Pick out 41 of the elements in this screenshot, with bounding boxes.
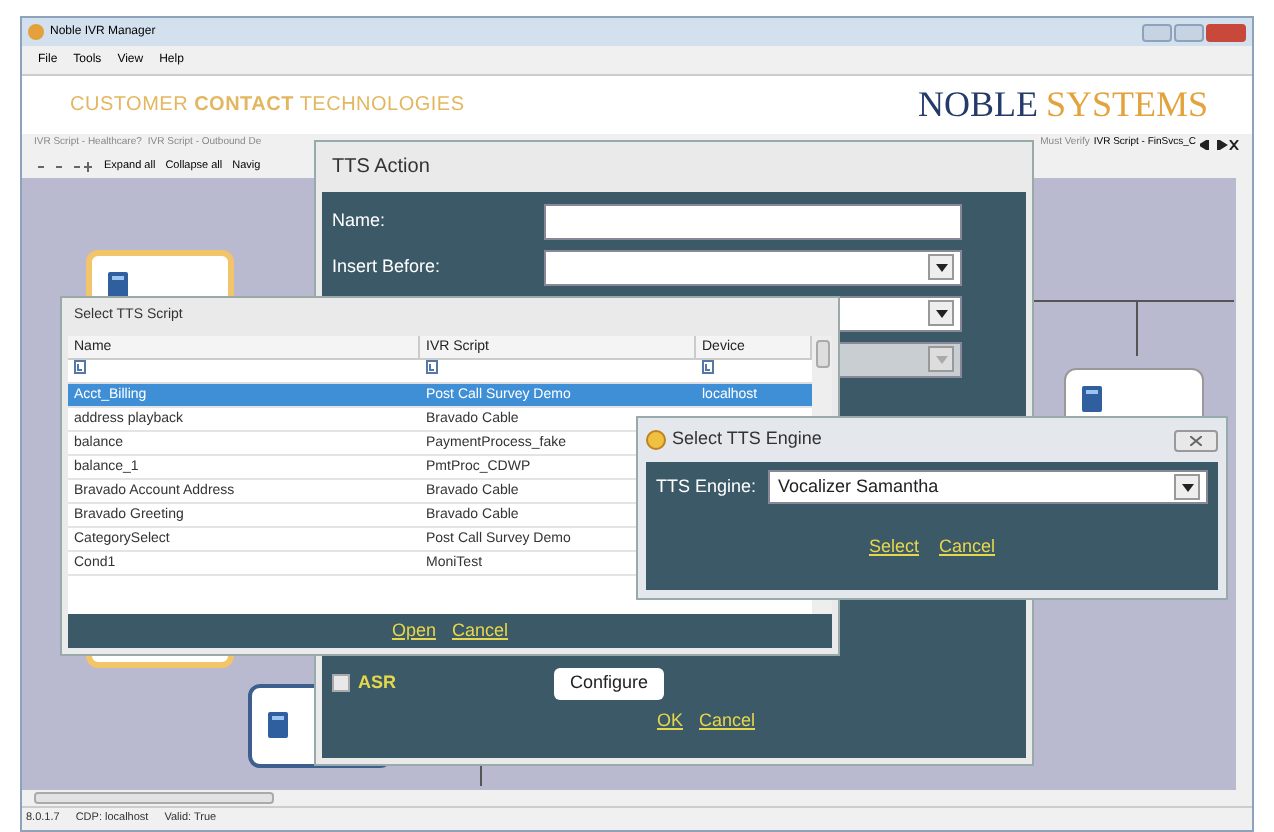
dialog-link[interactable]: OK <box>656 707 683 734</box>
navigation-arrows-icon[interactable] <box>38 161 94 171</box>
select-field[interactable]: Vocalizer Samantha <box>768 470 1208 504</box>
server-icon <box>108 272 128 298</box>
filter-icon[interactable] <box>426 359 438 373</box>
field-label: TTS Engine: <box>656 473 757 500</box>
select-field[interactable] <box>544 249 962 285</box>
close-icon <box>1190 435 1202 445</box>
field-label: Name: <box>332 207 386 234</box>
app-icon <box>646 430 666 450</box>
name-field[interactable] <box>544 203 962 239</box>
dialog-link[interactable]: Cancel <box>452 617 509 645</box>
configure-button[interactable]: Configure <box>554 668 665 699</box>
dialog-link[interactable]: Open <box>391 617 436 645</box>
dropdown-button[interactable] <box>928 254 954 280</box>
scroll-thumb[interactable] <box>34 792 274 804</box>
dialog-link[interactable]: Cancel <box>939 533 996 561</box>
close-button[interactable] <box>1206 23 1246 41</box>
app-icon <box>28 24 44 40</box>
logo-text: SYSTEMS <box>1045 82 1208 128</box>
logo-text: NOBLE <box>917 82 1038 128</box>
filter-icon[interactable] <box>702 359 714 373</box>
dropdown-button[interactable] <box>1174 474 1200 500</box>
caret-icon <box>935 309 947 317</box>
server-icon <box>1082 386 1102 412</box>
checkbox-label: ASR <box>358 670 397 696</box>
tagline: CUSTOMER CONTACT TECHNOLOGIES <box>70 92 465 120</box>
field-label: Insert Before: <box>332 253 441 280</box>
filter-icon[interactable] <box>74 359 86 373</box>
scroll-thumb[interactable] <box>815 339 829 367</box>
caret-icon <box>1181 483 1193 491</box>
close-button[interactable] <box>1174 429 1218 451</box>
caret-icon <box>935 263 947 271</box>
dialog-link[interactable]: Select <box>868 533 919 561</box>
caret-icon <box>935 355 947 363</box>
dialog-link[interactable]: Cancel <box>699 707 756 734</box>
checkbox[interactable] <box>332 674 350 693</box>
server-icon <box>268 712 288 738</box>
tab-scroll-icon[interactable] <box>1200 139 1240 149</box>
dropdown-button[interactable] <box>928 300 954 326</box>
dialog-title: TTS Action <box>330 154 430 182</box>
